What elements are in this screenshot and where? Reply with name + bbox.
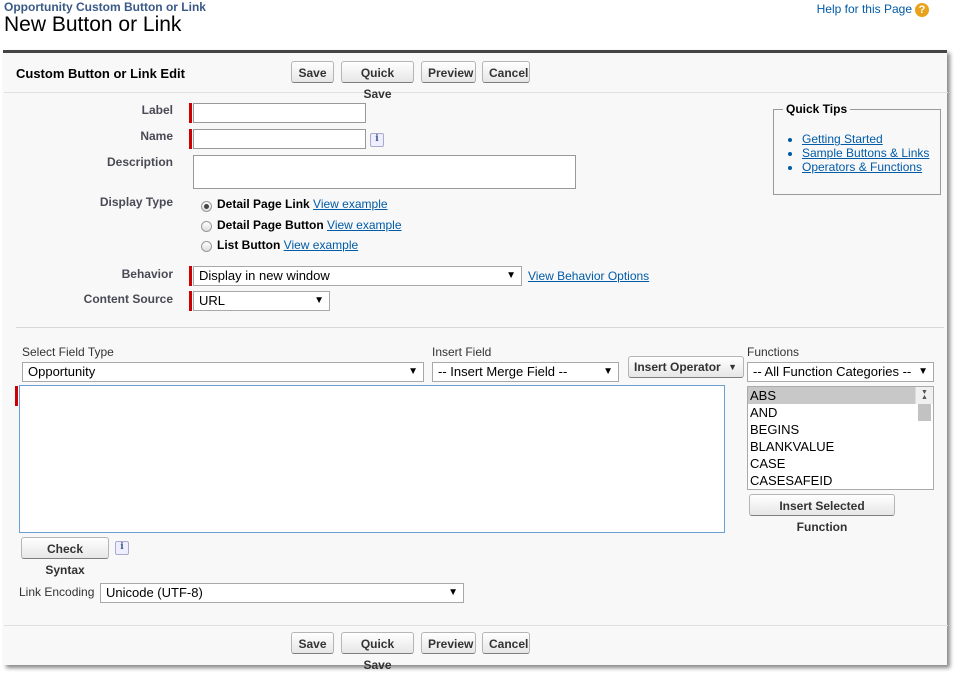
- quick-tips-title: Quick Tips: [783, 102, 851, 116]
- display-type-label: Display Type: [99, 195, 173, 209]
- field-type-label: Select Field Type: [22, 345, 114, 359]
- detail-page-button-option[interactable]: Detail Page Button View example: [217, 218, 402, 232]
- detail-page-link-option[interactable]: Detail Page Link View example: [217, 197, 388, 211]
- info-icon[interactable]: i: [370, 133, 384, 147]
- dropdown-arrow-icon: ▼: [448, 587, 458, 598]
- behavior-select[interactable]: Display in new window ▼: [193, 266, 522, 286]
- quick-tips-list: Getting Started Sample Buttons & Links O…: [802, 132, 929, 174]
- scroll-down-icon[interactable]: ▼: [919, 387, 928, 401]
- help-icon[interactable]: ?: [915, 2, 929, 17]
- section-divider: [16, 327, 944, 328]
- sample-buttons-link[interactable]: Sample Buttons & Links: [802, 146, 929, 160]
- link-encoding-select[interactable]: Unicode (UTF-8) ▼: [100, 583, 464, 603]
- content-source-value: URL: [199, 293, 226, 308]
- field-type-value: Opportunity: [28, 364, 96, 379]
- formula-editor[interactable]: [19, 385, 725, 533]
- label-input[interactable]: [193, 103, 366, 123]
- quick-tip-item[interactable]: Getting Started: [802, 132, 929, 146]
- quick-save-button[interactable]: Quick Save: [341, 632, 414, 672]
- field-type-select[interactable]: Opportunity ▼: [22, 362, 424, 382]
- dropdown-arrow-icon: ▼: [408, 366, 418, 377]
- view-example-link[interactable]: View example: [313, 197, 387, 211]
- link-encoding-label: Link Encoding: [19, 585, 95, 599]
- content-source-label: Content Source: [83, 292, 173, 306]
- save-button[interactable]: Save: [291, 61, 334, 83]
- cancel-button[interactable]: Cancel: [482, 632, 530, 654]
- preview-button[interactable]: Preview: [421, 61, 476, 83]
- view-example-link[interactable]: View example: [327, 218, 401, 232]
- required-marker: [189, 103, 192, 123]
- footer-divider: [4, 625, 948, 626]
- link-encoding-value: Unicode (UTF-8): [106, 585, 203, 600]
- insert-operator-button[interactable]: Insert Operator ▼: [628, 356, 744, 378]
- scroll-thumb[interactable]: [918, 404, 931, 421]
- insert-field-select[interactable]: -- Insert Merge Field -- ▼: [432, 362, 619, 382]
- required-marker: [189, 266, 192, 286]
- quick-tip-item[interactable]: Operators & Functions: [802, 160, 929, 174]
- option-label: List Button: [217, 238, 281, 252]
- required-marker: [189, 291, 192, 311]
- help-label[interactable]: Help for this Page: [817, 2, 912, 16]
- description-field-label: Description: [106, 155, 173, 169]
- insert-field-value: -- Insert Merge Field --: [438, 364, 568, 379]
- page-title: New Button or Link: [4, 13, 182, 36]
- view-behavior-options-link[interactable]: View Behavior Options: [528, 269, 649, 283]
- list-button-radio[interactable]: [201, 241, 212, 252]
- name-field-label: Name: [140, 129, 173, 143]
- view-example-link[interactable]: View example: [284, 238, 358, 252]
- function-option[interactable]: BLANKVALUE: [748, 438, 933, 455]
- quick-tip-item[interactable]: Sample Buttons & Links: [802, 146, 929, 160]
- quick-save-button[interactable]: Quick Save: [341, 61, 414, 101]
- behavior-value: Display in new window: [199, 268, 330, 283]
- function-category-select[interactable]: -- All Function Categories -- ▼: [747, 362, 934, 382]
- content-source-select[interactable]: URL ▼: [193, 291, 330, 311]
- function-option[interactable]: AND: [748, 404, 933, 421]
- insert-operator-label: Insert Operator: [634, 360, 721, 374]
- quick-tips-box: Getting Started Sample Buttons & Links O…: [773, 109, 941, 195]
- save-button[interactable]: Save: [291, 632, 334, 654]
- dropdown-arrow-icon: ▼: [506, 270, 516, 281]
- insert-field-label: Insert Field: [432, 345, 492, 359]
- function-option[interactable]: ABS: [748, 387, 915, 404]
- function-category-value: -- All Function Categories --: [753, 364, 912, 379]
- required-marker: [189, 129, 192, 149]
- dropdown-arrow-icon: ▼: [918, 366, 928, 377]
- object-breadcrumb: Opportunity Custom Button or Link: [4, 0, 206, 14]
- section-title: Custom Button or Link Edit: [16, 66, 185, 81]
- behavior-label: Behavior: [121, 267, 173, 281]
- function-option[interactable]: CASESAFEID: [748, 472, 933, 489]
- info-icon[interactable]: i: [115, 541, 129, 555]
- check-syntax-button[interactable]: Check Syntax: [21, 537, 109, 577]
- cancel-button[interactable]: Cancel: [482, 61, 530, 83]
- name-input[interactable]: [193, 129, 366, 149]
- functions-scrollbar[interactable]: ▲ ▼: [915, 387, 933, 421]
- function-option[interactable]: CASE: [748, 455, 933, 472]
- getting-started-link[interactable]: Getting Started: [802, 132, 883, 146]
- preview-button[interactable]: Preview: [421, 632, 476, 654]
- operators-functions-link[interactable]: Operators & Functions: [802, 160, 922, 174]
- detail-page-link-radio[interactable]: [201, 201, 212, 212]
- description-textarea[interactable]: [193, 155, 576, 189]
- detail-page-button-radio[interactable]: [201, 221, 212, 232]
- required-marker: [15, 386, 18, 406]
- dropdown-arrow-icon: ▼: [603, 366, 613, 377]
- dropdown-arrow-icon: ▼: [314, 295, 324, 306]
- header-divider: [4, 92, 948, 93]
- list-button-option[interactable]: List Button View example: [217, 238, 358, 252]
- option-label: Detail Page Link: [217, 197, 310, 211]
- label-field-label: Label: [141, 103, 173, 117]
- function-option[interactable]: BEGINS: [748, 421, 933, 438]
- option-label: Detail Page Button: [217, 218, 324, 232]
- dropdown-arrow-icon: ▼: [728, 362, 737, 372]
- functions-label: Functions: [747, 345, 800, 359]
- functions-list[interactable]: ABS AND BEGINS BLANKVALUE CASE CASESAFEI…: [747, 386, 934, 490]
- insert-selected-function-button[interactable]: Insert Selected Function: [749, 494, 895, 534]
- help-link[interactable]: Help for this Page?: [817, 2, 929, 17]
